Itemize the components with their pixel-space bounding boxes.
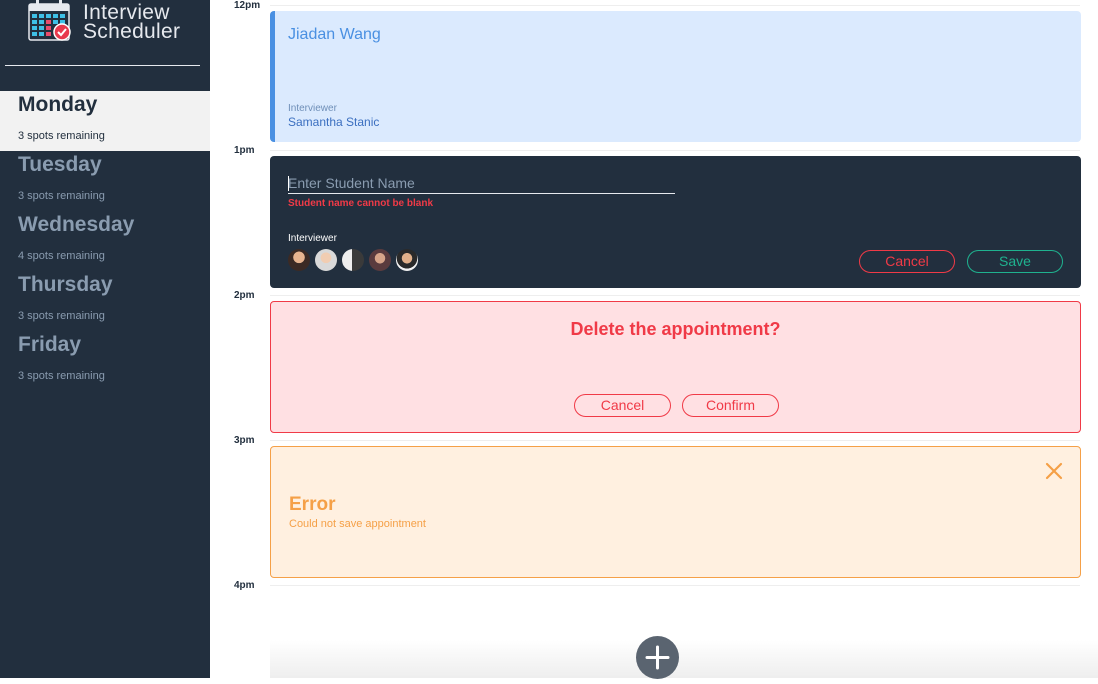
day-name: Thursday xyxy=(18,273,113,296)
appointment-card-error: Error Could not save appointment xyxy=(270,446,1081,578)
day-spots: 3 spots remaining xyxy=(18,190,105,202)
save-button[interactable]: Save xyxy=(967,250,1063,273)
error-message: Could not save appointment xyxy=(289,518,426,530)
student-name: Jiadan Wang xyxy=(288,26,381,43)
appointment-card-show: Jiadan Wang Interviewer Samantha Stanic xyxy=(270,11,1081,142)
day-name: Friday xyxy=(18,333,82,356)
close-icon[interactable] xyxy=(1044,461,1064,481)
hour-divider xyxy=(270,295,1080,296)
day-item-thursday[interactable]: Thursday 3 spots remaining xyxy=(0,271,210,331)
text-caret xyxy=(288,176,289,191)
interviewer-label: Interviewer xyxy=(288,103,337,114)
app-title-line2: Scheduler xyxy=(83,20,181,43)
cancel-button[interactable]: Cancel xyxy=(574,394,671,417)
interviewer-avatar[interactable] xyxy=(396,249,418,271)
day-spots: 3 spots remaining xyxy=(18,310,105,322)
day-item-tuesday[interactable]: Tuesday 3 spots remaining xyxy=(0,151,210,211)
day-item-monday[interactable]: Monday 3 spots remaining xyxy=(0,91,210,151)
appointment-card-form: Student name cannot be blank Interviewer… xyxy=(270,156,1081,288)
interviewer-avatar[interactable] xyxy=(369,249,391,271)
day-list: Monday 3 spots remaining Tuesday 3 spots… xyxy=(0,91,210,391)
interviewer-avatar[interactable] xyxy=(342,249,364,271)
app-title: Interview Scheduler xyxy=(83,2,181,43)
error-title: Error xyxy=(289,494,336,515)
day-item-friday[interactable]: Friday 3 spots remaining xyxy=(0,331,210,391)
sidebar: Interview Scheduler Monday 3 spots remai… xyxy=(0,0,210,678)
time-label-2pm: 2pm xyxy=(234,290,255,301)
interviewer-name: Samantha Stanic xyxy=(288,115,380,129)
day-name: Wednesday xyxy=(18,213,135,236)
day-name: Tuesday xyxy=(18,153,102,176)
interviewer-avatar[interactable] xyxy=(288,249,310,271)
interviewer-avatar[interactable] xyxy=(315,249,337,271)
sidebar-divider xyxy=(5,65,200,66)
time-label-12pm: 12pm xyxy=(234,0,261,11)
time-label-3pm: 3pm xyxy=(234,435,255,446)
cancel-button[interactable]: Cancel xyxy=(859,250,955,273)
time-label-1pm: 1pm xyxy=(234,145,255,156)
time-label-4pm: 4pm xyxy=(234,580,255,591)
day-name: Monday xyxy=(18,93,98,116)
hour-divider xyxy=(270,585,1080,586)
bottom-fade xyxy=(270,640,1098,678)
hour-divider xyxy=(270,5,1080,6)
validation-error: Student name cannot be blank xyxy=(288,198,434,209)
day-spots: 4 spots remaining xyxy=(18,250,105,262)
appointment-card-confirm: Delete the appointment? Cancel Confirm xyxy=(270,301,1081,433)
interviewer-label: Interviewer xyxy=(288,233,337,244)
hour-divider xyxy=(270,150,1080,151)
day-spots: 3 spots remaining xyxy=(18,130,105,142)
add-appointment-button[interactable] xyxy=(636,636,679,679)
day-spots: 3 spots remaining xyxy=(18,370,105,382)
confirm-button[interactable]: Confirm xyxy=(682,394,779,417)
logo: Interview Scheduler xyxy=(28,0,180,45)
student-name-input[interactable] xyxy=(288,173,675,194)
hour-divider xyxy=(270,440,1080,441)
calendar-check-icon xyxy=(28,0,72,42)
confirm-message: Delete the appointment? xyxy=(570,319,781,339)
interviewer-list xyxy=(288,249,418,271)
day-item-wednesday[interactable]: Wednesday 4 spots remaining xyxy=(0,211,210,271)
plus-icon xyxy=(645,645,670,670)
